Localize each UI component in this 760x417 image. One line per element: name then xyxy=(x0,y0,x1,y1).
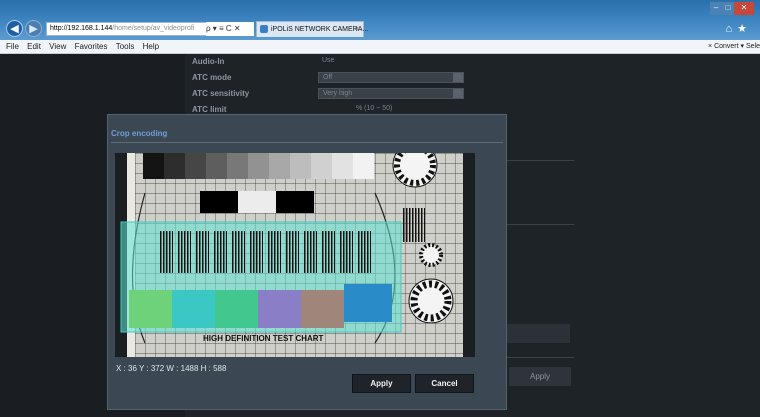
crop-coordinates: X : 36 Y : 372 W : 1488 H : 588 xyxy=(116,364,227,373)
test-chart-preview[interactable]: HIGH DEFINITION TEST CHART xyxy=(115,153,475,357)
cancel-button[interactable]: Cancel xyxy=(415,374,474,393)
atc-limit-label: ATC limit xyxy=(192,105,227,114)
atc-sensitivity-select[interactable]: Very high xyxy=(318,88,464,99)
menu-bar: File Edit View Favorites Tools Help × Co… xyxy=(0,40,760,54)
menu-file[interactable]: File xyxy=(6,40,19,53)
background-divider xyxy=(504,160,574,161)
url-host: http://192.168.1.144 xyxy=(50,25,113,32)
camera-favicon-icon xyxy=(260,25,268,33)
test-chart-caption: HIGH DEFINITION TEST CHART xyxy=(203,334,324,343)
chevron-down-icon xyxy=(453,89,463,98)
dialog-title: Crop encoding xyxy=(111,129,168,138)
background-apply-button[interactable]: Apply xyxy=(509,367,571,386)
address-controls[interactable]: ρ ▾ ≡ C ✕ xyxy=(206,22,254,36)
command-bar-right[interactable]: × Convert ▾ Sele xyxy=(708,40,760,53)
browser-chrome: ◀ ▶ http://192.168.1.144/home/setup/av_v… xyxy=(0,0,760,40)
menu-edit[interactable]: Edit xyxy=(27,40,41,53)
menu-favorites[interactable]: Favorites xyxy=(75,40,108,53)
atc-sensitivity-label: ATC sensitivity xyxy=(192,89,250,98)
atc-mode-select[interactable]: Off xyxy=(318,72,464,83)
url-path: /home/setup/av_videoprofi xyxy=(112,25,195,32)
apply-button[interactable]: Apply xyxy=(352,374,411,393)
tab-close-icon[interactable]: × xyxy=(355,22,359,37)
minimize-icon[interactable]: – xyxy=(710,2,722,15)
atc-sensitivity-value: Very high xyxy=(323,90,353,97)
menu-view[interactable]: View xyxy=(49,40,66,53)
forward-arrow-icon[interactable]: ▶ xyxy=(25,20,42,37)
background-divider xyxy=(504,224,574,225)
tab-title: iPOLiS NETWORK CAMERA... xyxy=(271,26,369,33)
home-icon[interactable]: ⌂ xyxy=(725,23,737,35)
menu-help[interactable]: Help xyxy=(143,40,159,53)
audio-in-checkbox[interactable]: Use xyxy=(318,56,378,67)
audio-in-label: Audio-In xyxy=(192,57,225,66)
background-divider xyxy=(504,357,574,358)
window-controls: – □ ✕ xyxy=(710,2,754,15)
dialog-divider xyxy=(111,142,503,143)
back-arrow-icon[interactable]: ◀ xyxy=(6,20,23,37)
browser-tab[interactable]: iPOLiS NETWORK CAMERA... × xyxy=(256,21,368,37)
color-patches xyxy=(129,284,392,328)
menu-tools[interactable]: Tools xyxy=(116,40,135,53)
chevron-down-icon xyxy=(453,73,463,82)
maximize-icon[interactable]: □ xyxy=(722,2,734,15)
atc-mode-label: ATC mode xyxy=(192,73,232,82)
crop-encoding-dialog: Crop encoding HIGH DEFINITION TEST CHART… xyxy=(107,114,507,410)
close-window-icon[interactable]: ✕ xyxy=(734,2,754,15)
toolbar-icons: ⌂★ xyxy=(725,22,752,35)
background-field xyxy=(504,324,570,343)
atc-mode-value: Off xyxy=(323,74,333,81)
favorites-star-icon[interactable]: ★ xyxy=(737,23,752,35)
grayscale-strip xyxy=(143,153,374,179)
